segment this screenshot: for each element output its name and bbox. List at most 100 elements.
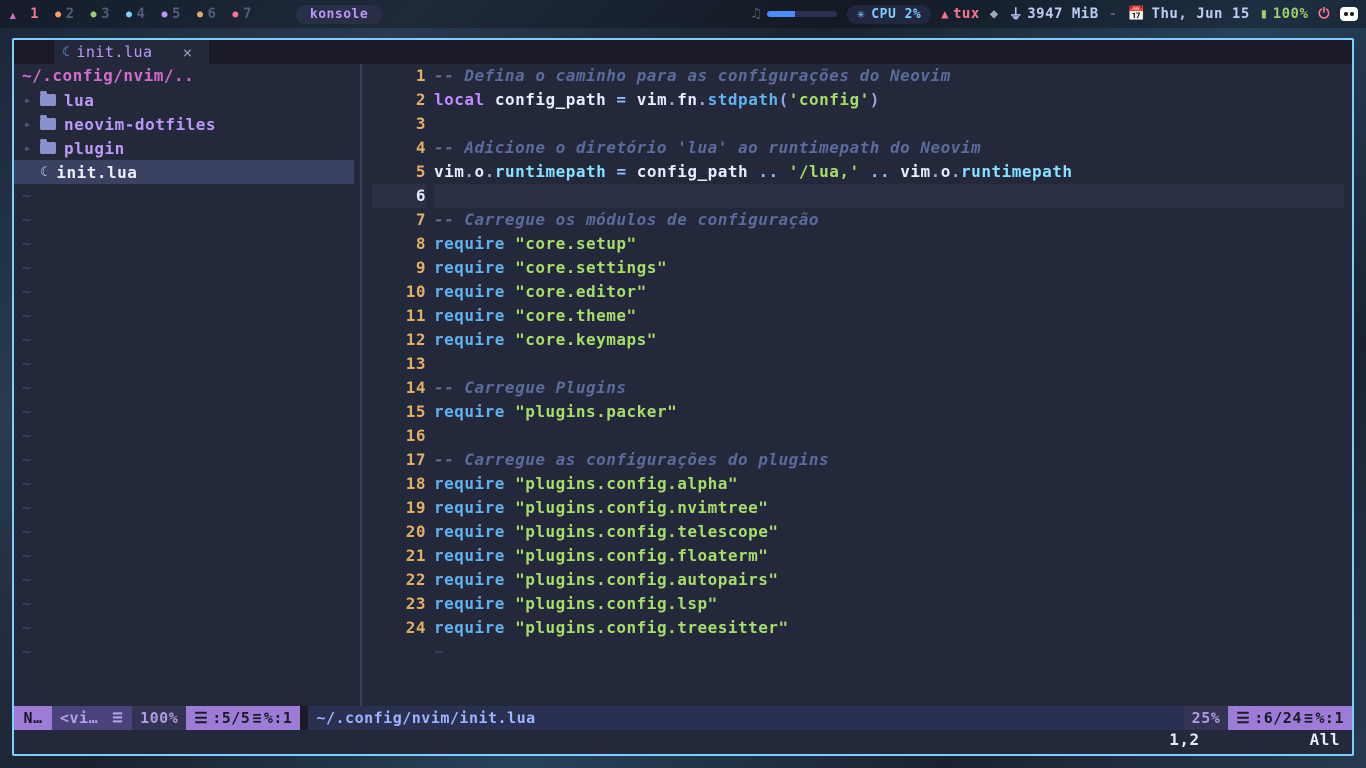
tree-item-label: lua (64, 91, 94, 110)
line-number: 22 (406, 570, 426, 589)
code-line[interactable]: require "plugins.config.lsp" (434, 592, 1344, 616)
line-number: 3 (416, 114, 426, 133)
command-ruler: 1,2 All (14, 730, 1352, 754)
status-position-right: ☰ :6/24 ≡ %:1 (1228, 706, 1352, 730)
battery-widget: ▮ 100% (1260, 6, 1309, 22)
code-line[interactable]: require "core.keymaps" (434, 328, 1344, 352)
user-widget: ▲ tux (941, 6, 980, 22)
line-number: 15 (406, 402, 426, 421)
code-line[interactable]: require "core.setup" (434, 232, 1344, 256)
chart-icon: ⏚ (1009, 4, 1024, 24)
empty-line-tilde: ~ (14, 184, 354, 208)
lua-file-icon: ☾ (40, 165, 48, 180)
empty-line-tilde: ~ (434, 640, 1344, 664)
line-number: 19 (406, 498, 426, 517)
cpu-widget[interactable]: ✳ CPU 2% (847, 5, 931, 24)
line-number: 21 (406, 546, 426, 565)
code-line[interactable]: require "plugins.config.treesitter" (434, 616, 1344, 640)
discord-icon[interactable] (1340, 7, 1358, 21)
status-left-col: %:1 (264, 709, 293, 727)
status-vi: <vi… (52, 706, 106, 730)
code-line[interactable]: vim.o.runtimepath = config_path .. '/lua… (434, 160, 1344, 184)
code-line[interactable]: require "plugins.config.floaterm" (434, 544, 1344, 568)
arch-logo-icon: ▴ (8, 5, 18, 24)
tab-close-icon[interactable]: × (183, 43, 193, 62)
status-menu-icon[interactable] (106, 706, 132, 730)
music-progress[interactable] (767, 11, 837, 17)
empty-line-tilde: ~ (14, 400, 354, 424)
code-line[interactable]: require "core.editor" (434, 280, 1344, 304)
code-line[interactable]: require "plugins.packer" (434, 400, 1344, 424)
line-number: 6 (416, 186, 426, 205)
code-editor[interactable]: 123456789101112131415161718192021222324 … (372, 64, 1352, 706)
terminal-window: ☾ init.lua × ~/.config/nvim/.. lua neovim… (12, 38, 1354, 756)
code-line[interactable]: -- Carregue as configurações do plugins (434, 448, 1344, 472)
empty-line-tilde: ~ (14, 520, 354, 544)
code-line[interactable]: require "plugins.config.autopairs" (434, 568, 1344, 592)
tree-folder-lua[interactable]: lua (14, 88, 354, 112)
code-line[interactable] (434, 112, 1344, 136)
workspace-1[interactable]: 1 (26, 6, 43, 22)
workspace-5[interactable]: 5 (157, 6, 184, 22)
empty-line-tilde: ~ (14, 232, 354, 256)
code-line[interactable]: require "core.theme" (434, 304, 1344, 328)
line-number: 9 (416, 258, 426, 277)
code-line[interactable]: -- Carregue Plugins (434, 376, 1344, 400)
code-line[interactable]: -- Defina o caminho para as configuraçõe… (434, 64, 1344, 88)
empty-line-tilde: ~ (14, 256, 354, 280)
memory-widget: ⏚ 3947 MiB (1009, 4, 1099, 24)
code-line[interactable]: require "plugins.config.alpha" (434, 472, 1344, 496)
tree-root-path[interactable]: ~/.config/nvim/.. (14, 64, 354, 88)
power-icon[interactable]: ⏻ (1318, 6, 1330, 22)
ruler-scroll: All (1310, 730, 1340, 754)
code-line[interactable]: require "core.settings" (434, 256, 1344, 280)
workspace-4[interactable]: 4 (122, 6, 149, 22)
tree-folder-plugin[interactable]: plugin (14, 136, 354, 160)
empty-line-tilde: ~ (14, 616, 354, 640)
statusline: N… <vi… 100% ☰ :5/5 ≡ %:1 ~/.config/nvim… (14, 706, 1352, 730)
status-left-line: :5/5 (212, 709, 250, 727)
gear-icon: ✳ (857, 7, 865, 22)
line-number: 14 (406, 378, 426, 397)
code-line[interactable]: require "plugins.config.nvimtree" (434, 496, 1344, 520)
line-number: 7 (416, 210, 426, 229)
status-right-col: %:1 (1315, 709, 1344, 727)
nvim-tree-panel[interactable]: ~/.config/nvim/.. lua neovim-dotfiles plug… (14, 64, 354, 706)
workspace-7[interactable]: 7 (228, 6, 255, 22)
empty-line-tilde: ~ (14, 472, 354, 496)
line-number: 12 (406, 330, 426, 349)
line-number: 23 (406, 594, 426, 613)
code-line[interactable] (434, 352, 1344, 376)
tree-file-init-lua[interactable]: ☾init.lua (14, 160, 354, 184)
mode-indicator: N… (14, 706, 52, 730)
ruler-position: 1,2 (1169, 730, 1199, 754)
workspace-3[interactable]: 3 (87, 6, 114, 22)
code-line[interactable] (434, 424, 1344, 448)
workspace-6[interactable]: 6 (193, 6, 220, 22)
code-area[interactable]: -- Defina o caminho para as configuraçõe… (434, 64, 1352, 706)
line-number: 20 (406, 522, 426, 541)
code-line[interactable]: -- Carregue os módulos de configuração (434, 208, 1344, 232)
music-widget[interactable]: ♫ (752, 6, 837, 22)
taskbar-app-konsole[interactable]: konsole (296, 5, 382, 24)
tree-item-label: neovim-dotfiles (64, 115, 216, 134)
tab-init-lua[interactable]: ☾ init.lua × (54, 40, 209, 64)
wifi-icon[interactable]: ◆ (990, 6, 999, 22)
date-widget[interactable]: 📅 Thu, Jun 15 (1128, 6, 1250, 22)
empty-line-tilde: ~ (14, 208, 354, 232)
code-line[interactable]: -- Adicione o diretório 'lua' ao runtime… (434, 136, 1344, 160)
line-number: 1 (416, 66, 426, 85)
code-line[interactable]: local config_path = vim.fn.stdpath('conf… (434, 88, 1344, 112)
code-line[interactable] (434, 184, 1344, 208)
workspace-2[interactable]: 2 (51, 6, 78, 22)
tree-folder-neovim-dotfiles[interactable]: neovim-dotfiles (14, 112, 354, 136)
user-label: tux (953, 6, 980, 22)
cpu-label: CPU 2% (871, 7, 921, 22)
code-line[interactable]: require "plugins.config.telescope" (434, 520, 1344, 544)
empty-line-tilde: ~ (14, 640, 354, 664)
folder-icon (40, 142, 56, 154)
pane-divider (354, 64, 372, 706)
lua-file-icon: ☾ (62, 45, 70, 60)
line-number-gutter: 123456789101112131415161718192021222324 (372, 64, 434, 706)
nvim-tabline: ☾ init.lua × (14, 40, 1352, 64)
